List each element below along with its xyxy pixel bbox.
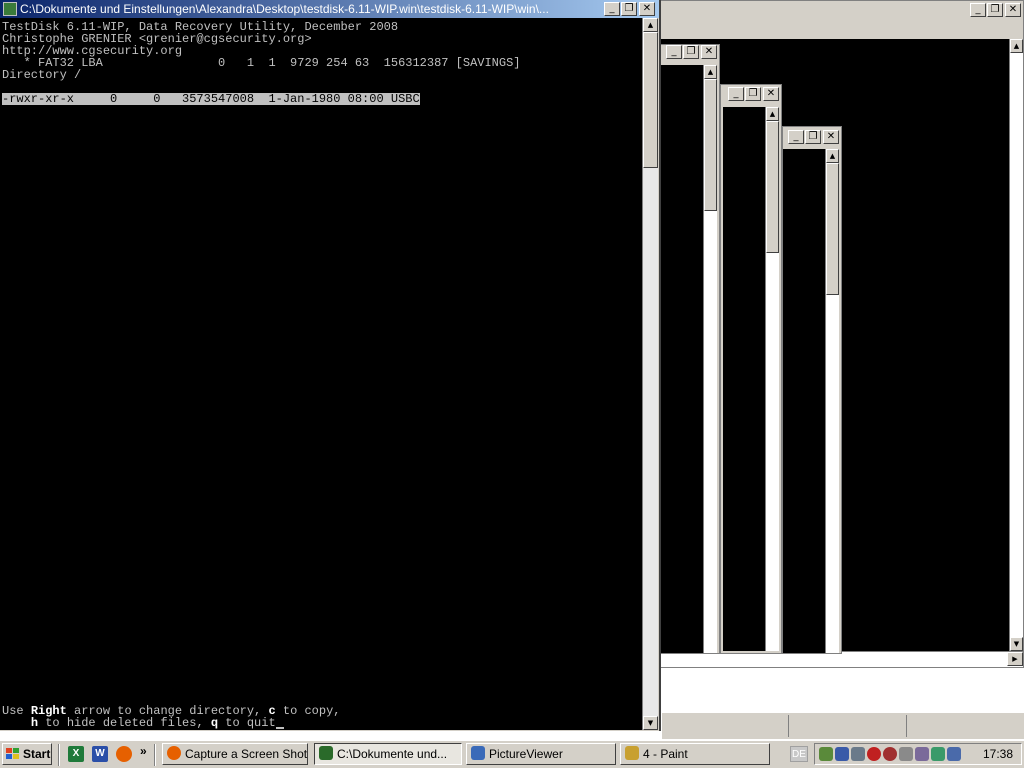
taskbar-separator — [154, 744, 156, 766]
text-cursor — [275, 727, 284, 729]
taskbar-separator — [58, 744, 60, 766]
scroll-up-icon[interactable]: ▲ — [643, 18, 658, 32]
clock[interactable]: 17:38 — [983, 747, 1013, 761]
excel-icon[interactable]: X — [68, 746, 84, 762]
close-icon[interactable]: ✕ — [1005, 3, 1021, 17]
scroll-thumb[interactable] — [826, 163, 839, 295]
system-tray: 17:38 — [814, 743, 1022, 765]
antivirus-icon[interactable] — [867, 747, 881, 761]
desktop: _ ❐ ✕ ▲ ▼ ▶ _ ❐ ✕ ▲ _ ❐ ✕ ▲ _ ❐ ✕ ▲ C:\D… — [0, 0, 1024, 740]
restore-icon[interactable]: ❐ — [805, 130, 821, 144]
display-icon[interactable] — [947, 747, 961, 761]
close-icon[interactable]: ✕ — [701, 45, 717, 59]
scroll-thumb[interactable] — [704, 79, 717, 211]
scroll-thumb[interactable] — [766, 121, 779, 253]
restore-icon[interactable]: ❐ — [745, 87, 761, 101]
background-window-4[interactable]: _ ❐ ✕ ▲ — [782, 126, 842, 654]
background-window-1-titlebar[interactable] — [641, 1, 1023, 17]
minimize-icon[interactable]: _ — [604, 2, 620, 16]
network-icon[interactable] — [819, 747, 833, 761]
background-window-2-scrollbar[interactable]: ▲ — [703, 65, 717, 653]
scroll-down-icon[interactable]: ▼ — [1010, 637, 1023, 651]
background-window-4-pane — [783, 149, 825, 653]
firefox-quicklaunch-icon[interactable] — [116, 746, 132, 762]
paint-icon — [625, 746, 639, 760]
restore-icon[interactable]: ❐ — [621, 2, 637, 16]
quick-launch-more[interactable]: » — [140, 744, 147, 758]
usb-icon[interactable] — [931, 747, 945, 761]
help-line-2: h to hide deleted files, q to quit — [2, 717, 284, 729]
bluetooth-icon[interactable] — [835, 747, 849, 761]
testdisk-console-window[interactable]: C:\Dokumente und Einstellungen\Alexandra… — [0, 0, 661, 731]
task-paint[interactable]: 4 - Paint — [620, 743, 770, 765]
background-window-2[interactable]: _ ❐ ✕ ▲ — [660, 44, 720, 654]
restore-icon[interactable]: ❐ — [683, 45, 699, 59]
start-button[interactable]: Start — [2, 743, 52, 765]
background-window-3-scrollbar[interactable]: ▲ — [765, 107, 779, 651]
scroll-up-icon[interactable]: ▲ — [1010, 39, 1023, 53]
console-caption-buttons: _ ❐ ✕ — [603, 2, 655, 16]
start-label: Start — [23, 747, 51, 761]
restore-icon[interactable]: ❐ — [987, 3, 1003, 17]
language-indicator[interactable]: DE — [790, 746, 808, 762]
taskbar: Start X W » Capture a Screen Shot ... C:… — [0, 740, 1024, 768]
background-window-4-caption-buttons: _ ❐ ✕ — [787, 130, 839, 144]
monitor-icon[interactable] — [851, 747, 865, 761]
scroll-thumb[interactable] — [643, 32, 658, 168]
console-scrollbar[interactable]: ▲ ▼ — [642, 18, 658, 730]
word-icon[interactable]: W — [92, 746, 108, 762]
background-window-1-caption-buttons: _ ❐ ✕ — [969, 3, 1021, 17]
selected-file-entry[interactable]: -rwxr-xr-x 0 0 3573547008 1-Jan-1980 08:… — [2, 93, 420, 105]
scroll-down-icon[interactable]: ▼ — [643, 716, 658, 730]
windows-logo-icon — [6, 748, 20, 760]
scroll-up-icon[interactable]: ▲ — [704, 65, 717, 79]
background-window-2-pane — [661, 65, 703, 653]
background-window-1-scrollbar[interactable]: ▲ ▼ — [1009, 39, 1023, 651]
security-icon[interactable] — [915, 747, 929, 761]
console-app-icon[interactable] — [3, 2, 17, 16]
task-pictureviewer[interactable]: PictureViewer — [466, 743, 616, 765]
console-title: C:\Dokumente und Einstellungen\Alexandra… — [20, 2, 549, 16]
background-window-3[interactable]: _ ❐ ✕ ▲ — [720, 84, 782, 654]
console-titlebar[interactable]: C:\Dokumente und Einstellungen\Alexandra… — [0, 0, 659, 18]
console-icon — [319, 746, 333, 760]
firefox-icon — [167, 746, 181, 760]
background-window-4-scrollbar[interactable]: ▲ — [825, 149, 839, 653]
task-capture-screenshot[interactable]: Capture a Screen Shot ... — [162, 743, 308, 765]
task-console[interactable]: C:\Dokumente und... — [314, 743, 462, 765]
lower-window-strip — [662, 712, 1024, 739]
terminal-line-directory: Directory / — [2, 68, 82, 82]
close-icon[interactable]: ✕ — [823, 130, 839, 144]
background-window-3-caption-buttons: _ ❐ ✕ — [727, 87, 779, 101]
tools-icon[interactable] — [899, 747, 913, 761]
terminal-screen[interactable]: TestDisk 6.11-WIP, Data Recovery Utility… — [0, 18, 642, 730]
minimize-icon[interactable]: _ — [666, 45, 682, 59]
pictureviewer-icon — [471, 746, 485, 760]
minimize-icon[interactable]: _ — [728, 87, 744, 101]
close-icon[interactable]: ✕ — [639, 2, 655, 16]
background-window-2-caption-buttons: _ ❐ ✕ — [665, 45, 717, 59]
minimize-icon[interactable]: _ — [788, 130, 804, 144]
scroll-up-icon[interactable]: ▲ — [826, 149, 839, 163]
key-h: h — [30, 716, 39, 730]
background-window-5-pane — [844, 130, 1008, 650]
minimize-icon[interactable]: _ — [970, 3, 986, 17]
scroll-up-icon[interactable]: ▲ — [766, 107, 779, 121]
close-icon[interactable]: ✕ — [763, 87, 779, 101]
background-window-3-pane — [723, 107, 765, 651]
key-q: q — [210, 716, 219, 730]
scroll-right-icon[interactable]: ▶ — [1007, 652, 1023, 666]
alert-icon[interactable] — [883, 747, 897, 761]
